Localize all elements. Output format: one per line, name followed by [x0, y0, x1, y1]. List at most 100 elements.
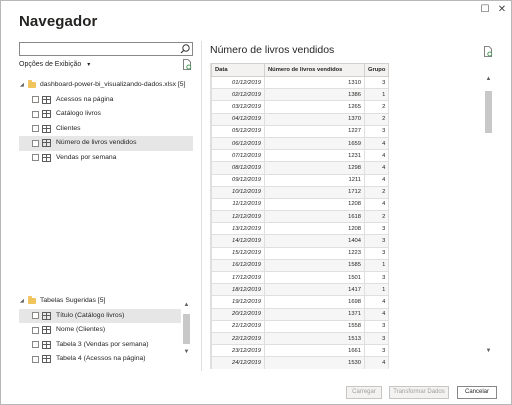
table-body: 01/12/2019 1310 3 02/12/2019 1386 1 03/12/2019…	[211, 75, 390, 369]
table-row: 01/12/2019 1310 3	[211, 75, 390, 90]
load-button[interactable]: Carregar	[346, 386, 382, 399]
cell-data: 04/12/2019	[211, 112, 265, 126]
tree-item-vendas[interactable]: Vendas por semana	[19, 151, 193, 166]
close-window-icon[interactable]: ✕	[495, 3, 509, 17]
cell-grupo: 3	[363, 270, 390, 285]
cell-grupo: 3	[363, 222, 390, 236]
cell-grupo: 2	[363, 112, 390, 126]
suggested-item-label: Tabela 3 (Vendas por semana)	[56, 340, 149, 348]
item-checkbox[interactable]	[32, 125, 39, 132]
cell-numero: 1211	[264, 173, 365, 187]
transform-data-button[interactable]: Transformar Dados	[389, 386, 449, 399]
scroll-up-icon[interactable]: ▲	[484, 76, 493, 82]
table-icon	[42, 355, 51, 363]
scrollbar-thumb[interactable]	[183, 314, 190, 344]
suggested-scrollbar[interactable]: ▲ ▼	[182, 302, 191, 364]
cell-grupo: 3	[363, 246, 390, 260]
cell-data: 22/12/2019	[211, 331, 265, 346]
search-input[interactable]	[19, 42, 193, 56]
tree-item-label: Catálogo livros	[56, 110, 101, 117]
expand-caret-icon[interactable]: ◢	[20, 294, 24, 309]
column-header-grupo[interactable]: Grupo	[363, 63, 390, 77]
cell-grupo: 3	[363, 75, 390, 90]
cell-data: 03/12/2019	[211, 100, 265, 114]
table-row: 03/12/2019 1265 2	[211, 100, 390, 114]
suggested-item-tabela3[interactable]: Tabela 3 (Vendas por semana)	[19, 338, 181, 353]
cancel-button[interactable]: Cancelar	[457, 386, 497, 399]
table-row: 05/12/2019 1227 3	[211, 124, 390, 138]
column-header-data[interactable]: Data	[211, 63, 265, 77]
suggested-node[interactable]: ◢ Tabelas Sugeridas [5]	[19, 294, 181, 309]
table-icon	[42, 139, 51, 147]
table-row: 18/12/2019 1417 1	[211, 283, 390, 297]
view-options-dropdown[interactable]: Opções de Exibição ▾	[19, 61, 90, 68]
tree-item-label: Acessos na página	[56, 95, 114, 103]
scrollbar-thumb[interactable]	[485, 91, 492, 133]
panel-divider[interactable]	[201, 41, 202, 371]
cell-numero: 1386	[264, 88, 365, 102]
column-header-numero[interactable]: Número de livros vendidos	[264, 63, 365, 77]
export-preview-icon[interactable]	[483, 46, 493, 57]
scroll-up-icon[interactable]: ▲	[182, 302, 191, 308]
item-checkbox[interactable]	[32, 110, 39, 118]
cell-data: 05/12/2019	[211, 124, 265, 138]
item-checkbox[interactable]	[32, 96, 39, 103]
item-checkbox[interactable]	[32, 154, 39, 161]
refresh-preview-icon[interactable]	[182, 59, 192, 70]
item-checkbox[interactable]	[32, 355, 39, 363]
item-checkbox[interactable]	[32, 341, 39, 348]
suggested-item-label: Tabela 4 (Acessos na página)	[56, 355, 146, 362]
folder-icon	[28, 80, 36, 88]
source-node[interactable]: ◢ dashboard-power-bi_visualizando-dados.…	[19, 78, 193, 93]
cell-numero: 1698	[264, 295, 365, 309]
suggested-item-tabela4[interactable]: Tabela 4 (Acessos na página)	[19, 352, 181, 367]
table-row: 10/12/2019 1712 2	[211, 185, 390, 199]
navigator-window: ☐ ✕ Navegador Opções de Exibição ▾ ◢ das…	[0, 0, 512, 405]
table-icon	[42, 153, 51, 162]
suggested-item-titulo[interactable]: Título (Catálogo livros)	[19, 308, 181, 323]
scroll-down-icon[interactable]: ▼	[182, 349, 191, 355]
cell-data: 15/12/2019	[211, 246, 265, 260]
cell-grupo: 2	[363, 185, 390, 199]
cell-numero: 1298	[264, 161, 365, 175]
item-checkbox[interactable]	[32, 139, 39, 147]
cell-numero: 1618	[264, 210, 365, 224]
tree-item-label: Número de livros vendidos	[56, 139, 137, 146]
cell-grupo: 4	[363, 295, 390, 309]
table-row: 15/12/2019 1223 3	[211, 246, 390, 260]
cell-grupo: 3	[363, 331, 390, 346]
cell-numero: 1417	[264, 283, 365, 297]
scroll-down-icon[interactable]: ▼	[484, 348, 493, 354]
cell-grupo: 2	[363, 210, 390, 224]
suggested-item-label: Título (Catálogo livros)	[56, 311, 125, 319]
item-checkbox[interactable]	[32, 326, 39, 334]
search-icon[interactable]	[179, 43, 191, 55]
cell-data: 19/12/2019	[211, 295, 265, 309]
table-row: 22/12/2019 1513 3	[211, 331, 390, 346]
cell-numero: 1370	[264, 112, 365, 126]
preview-scrollbar[interactable]: ▲ ▼	[484, 76, 493, 360]
suggested-item-nome[interactable]: Nome (Clientes)	[19, 323, 181, 338]
expand-caret-icon[interactable]: ◢	[20, 78, 24, 93]
cell-data: 12/12/2019	[211, 210, 265, 224]
restore-window-icon[interactable]: ☐	[478, 3, 492, 17]
cell-data: 16/12/2019	[211, 258, 265, 273]
tree-item-catalogo[interactable]: Catálogo livros	[19, 107, 193, 122]
cell-data: 11/12/2019	[211, 197, 265, 212]
cell-grupo: 4	[363, 149, 390, 163]
cell-data: 24/12/2019	[211, 356, 265, 369]
table-icon	[42, 110, 51, 118]
item-checkbox[interactable]	[32, 312, 39, 319]
table-icon	[42, 124, 51, 133]
cell-grupo: 4	[363, 356, 390, 369]
table-row: 11/12/2019 1208 4	[211, 197, 390, 212]
preview-table: Data Número de livros vendidos Grupo 01/…	[211, 63, 390, 369]
cell-grupo: 4	[363, 173, 390, 187]
window-title: Navegador	[19, 13, 98, 30]
cell-data: 21/12/2019	[211, 319, 265, 333]
suggested-item-label: Nome (Clientes)	[56, 326, 106, 333]
table-row: 19/12/2019 1698 4	[211, 295, 390, 309]
tree-item-acessos[interactable]: Acessos na página	[19, 93, 193, 108]
tree-item-numero-livros[interactable]: Número de livros vendidos	[19, 136, 193, 151]
tree-item-clientes[interactable]: Clientes	[19, 122, 193, 137]
